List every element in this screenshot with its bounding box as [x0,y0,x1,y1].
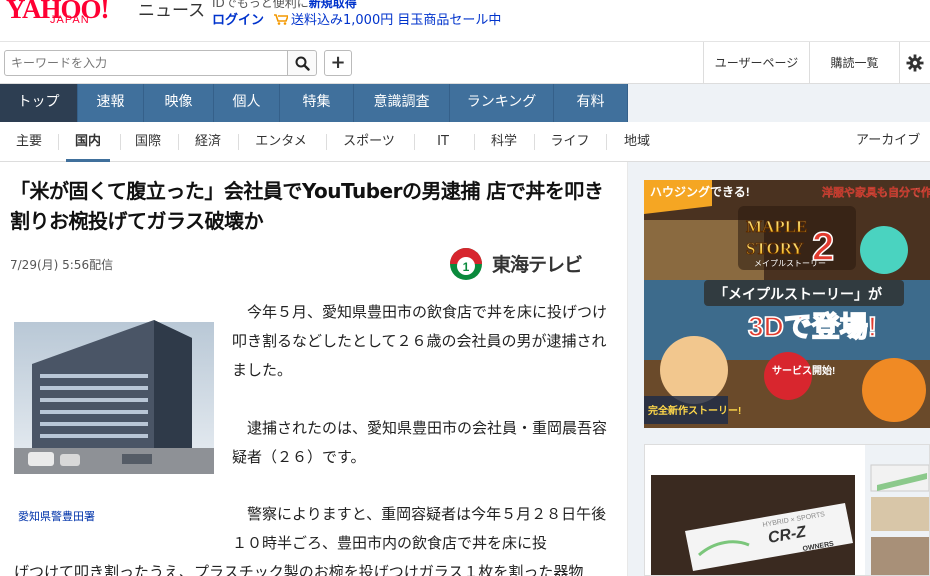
tab-international[interactable]: 国際 [126,122,170,162]
ad-logo-line1: MAPLE [746,217,807,236]
search-icon [295,56,310,71]
ad-top-right: 洋服や家具も自分で作れる [822,185,930,199]
service-name[interactable]: ニュース [138,0,205,21]
divider [120,134,121,150]
login-link[interactable]: ログイン [212,9,264,28]
cart-icon [274,14,288,25]
main-nav-personal[interactable]: 個人 [214,84,280,122]
promo-text: 送料込み1,000円 目玉商品セール中 [291,13,502,28]
ad-logo-sub: メイプルストーリー [754,259,826,268]
main-nav-video[interactable]: 映像 [144,84,214,122]
ad-badge: ハウジングできる! [650,184,750,199]
divider [58,134,59,150]
archive-link[interactable]: アーカイブ [856,122,920,162]
right-column: ハウジングできる! 洋服や家具も自分で作れる MAPLE STORY 2 メイプ… [628,162,930,576]
divider [178,134,179,150]
main-nav-ranking[interactable]: ランキング [450,84,554,122]
source-logo[interactable]: 1 東海テレビ [448,246,606,282]
source-mark: 1 [463,260,470,274]
main-nav-paid[interactable]: 有料 [554,84,628,122]
main-nav-flash[interactable]: 速報 [78,84,144,122]
article-title: 「米が固くて腹立った」会社員でYouTuberの男逮捕 店で丼を叩き割りお椀投げ… [10,179,604,233]
promo-link[interactable]: 送料込み1,000円 目玉商品セール中 [274,9,501,28]
photo-caption: 愛知県警豊田署 [18,510,95,523]
maplestory-ad-graphic: ハウジングできる! 洋服や家具も自分で作れる MAPLE STORY 2 メイプ… [644,180,930,428]
search-input[interactable] [4,50,288,76]
crz-sticker-ad[interactable]: HYBRID × SPORTS CR-Z OWNERS [644,444,930,576]
crz-sticker-graphic: HYBRID × SPORTS CR-Z OWNERS [645,445,929,575]
tab-sports[interactable]: スポーツ [334,122,404,162]
article-paragraph: 警察によりますと、重岡容疑者は今年５月２８日午後１０時半ごろ、豊田市内の飲食店で… [232,505,607,552]
nav-blank-area [628,84,930,122]
add-button[interactable]: + [324,50,352,76]
tab-domestic[interactable]: 国内 [66,122,110,162]
divider [326,134,327,150]
main-nav-top[interactable]: トップ [0,84,78,122]
top-header: YAHOO! JAPAN ニュース IDでもっと便利に新規取得 ログイン 送料込… [0,0,930,42]
plus-icon: + [330,52,346,73]
police-station-photo [14,298,214,498]
tokai-tv-logo-icon: 1 [450,248,482,280]
settings-button[interactable] [899,42,930,84]
user-page-link[interactable]: ユーザーページ [703,42,809,84]
ad-headline-big: 3Dで登場! [748,311,877,342]
divider [238,134,239,150]
maplestory-ad[interactable]: ハウジングできる! 洋服や家具も自分で作れる MAPLE STORY 2 メイプ… [644,180,930,428]
tab-it[interactable]: IT [422,122,464,162]
article-date: 7/29(月) 5:56配信 [10,258,114,272]
ad-service: サービス開始! [772,364,835,377]
main-nav: トップ 速報 映像 個人 特集 意識調査 ランキング 有料 [0,84,930,122]
article-paragraph: げつけて叩き割ったうえ、プラスチック製のお椀を投げつけガラス１枚を割った器物 [14,563,584,576]
search-row: + ユーザーページ 購読一覧 [0,42,930,84]
tab-region[interactable]: 地域 [614,122,660,162]
main-nav-survey[interactable]: 意識調査 [354,84,450,122]
gear-icon [906,54,924,72]
main-nav-feature[interactable]: 特集 [280,84,354,122]
ad-headline-top: 「メイプルストーリー」が [714,286,883,302]
tab-life[interactable]: ライフ [542,122,598,162]
article: 「米が固くて腹立った」会社員でYouTuberの男逮捕 店で丼を叩き割りお椀投げ… [0,162,628,576]
tab-economy[interactable]: 経済 [186,122,230,162]
tab-entertainment[interactable]: エンタメ [246,122,316,162]
divider [414,134,415,150]
ad-logo-line2: STORY [746,239,804,258]
divider [474,134,475,150]
tab-science[interactable]: 科学 [482,122,526,162]
divider [606,134,607,150]
subscriptions-link[interactable]: 購読一覧 [809,42,899,84]
source-name: 東海テレビ [492,254,583,276]
divider [534,134,535,150]
ad-story: 完全新作ストーリー! [648,404,741,417]
search-button[interactable] [287,50,317,76]
tab-main[interactable]: 主要 [8,122,50,162]
yahoo-logo[interactable]: YAHOO! JAPAN [6,0,134,30]
article-photo[interactable] [14,298,214,498]
logo-sub: JAPAN [50,14,90,26]
category-nav: 主要 国内 国際 経済 エンタメ スポーツ IT 科学 ライフ 地域 アーカイブ [0,122,930,162]
article-paragraph: 逮捕されたのは、愛知県豊田市の会社員・重岡晨吾容疑者（２６）です。 [232,419,608,466]
article-paragraph: 今年５月、愛知県豊田市の飲食店で丼を床に投げつけ叩き割るなどしたとして２６歳の会… [232,303,608,379]
